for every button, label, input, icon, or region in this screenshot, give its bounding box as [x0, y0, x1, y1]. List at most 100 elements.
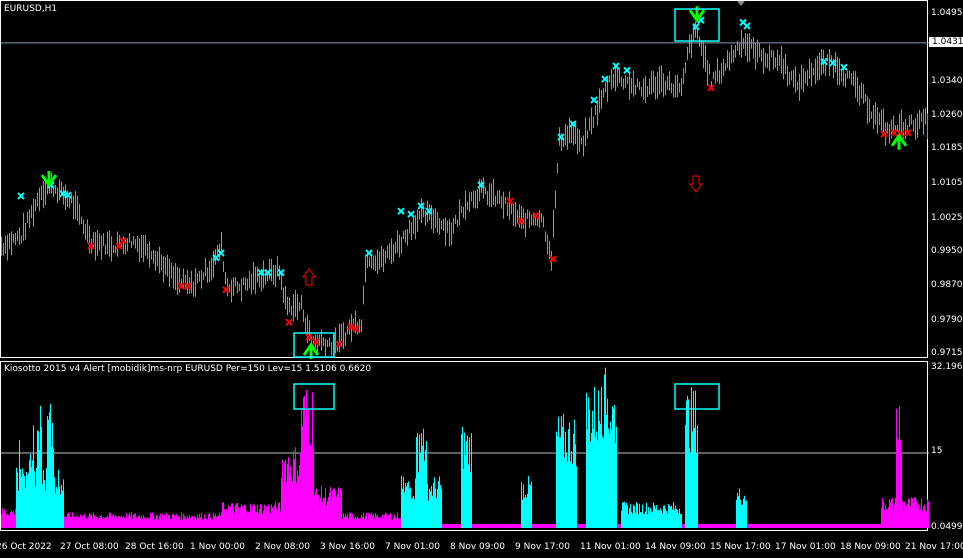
- histogram-bar: [164, 515, 165, 528]
- histogram-bar: [171, 518, 172, 528]
- histogram-bar: [36, 467, 37, 528]
- histogram-bar: [321, 486, 322, 528]
- price-tick-label: 1.0025: [931, 212, 963, 223]
- histogram-bar: [334, 488, 335, 528]
- histogram-bar: [584, 524, 585, 528]
- histogram-bar: [678, 512, 679, 528]
- histogram-bar: [671, 505, 672, 528]
- histogram-bar: [152, 512, 153, 528]
- price-chart-panel[interactable]: EURUSD,H1: [0, 0, 929, 359]
- histogram-bar: [277, 513, 278, 528]
- histogram-bar: [364, 518, 365, 528]
- indicator-min-label: 0.0499: [931, 522, 963, 532]
- histogram-bar: [290, 465, 291, 528]
- histogram-bar: [62, 490, 63, 528]
- red-signal-cross: [285, 318, 293, 327]
- histogram-bar: [859, 524, 860, 528]
- histogram-bar: [6, 514, 7, 528]
- histogram-bar: [594, 386, 595, 528]
- histogram-bar: [385, 512, 386, 528]
- histogram-bar: [299, 464, 300, 528]
- histogram-bar: [883, 501, 884, 528]
- histogram-bar: [395, 516, 396, 528]
- histogram-bar: [428, 500, 429, 528]
- histogram-bar: [462, 427, 463, 528]
- histogram-bar: [565, 431, 566, 528]
- histogram-bar: [112, 515, 113, 528]
- histogram-bar: [123, 516, 124, 528]
- histogram-bar: [350, 512, 351, 528]
- histogram-bar: [611, 430, 612, 528]
- histogram-bar: [705, 524, 706, 528]
- histogram-bar: [553, 524, 554, 528]
- histogram-bar: [805, 524, 806, 528]
- histogram-bar: [745, 500, 746, 528]
- histogram-bar: [826, 524, 827, 528]
- histogram-bar: [607, 398, 608, 528]
- histogram-bar: [554, 524, 555, 528]
- histogram-bar: [197, 515, 198, 528]
- histogram-bar: [707, 524, 708, 528]
- histogram-bar: [463, 468, 464, 528]
- histogram-bar: [879, 524, 880, 528]
- histogram-bar: [133, 514, 134, 528]
- histogram-bar: [9, 515, 10, 528]
- histogram-bar: [135, 513, 136, 528]
- histogram-bar: [695, 390, 696, 528]
- histogram-bar: [183, 513, 184, 528]
- histogram-bar: [398, 518, 399, 528]
- histogram-bar: [472, 524, 473, 528]
- histogram-bar: [599, 420, 600, 528]
- histogram-bar: [26, 471, 27, 528]
- histogram-bar: [468, 464, 469, 528]
- histogram-bar: [312, 392, 313, 528]
- histogram-bar: [541, 524, 542, 528]
- histogram-bar: [648, 506, 649, 528]
- histogram-bar: [533, 524, 534, 528]
- histogram-bar: [806, 524, 807, 528]
- histogram-bar: [379, 517, 380, 528]
- histogram-bar: [548, 524, 549, 528]
- histogram-bar: [613, 408, 614, 528]
- histogram-bar: [29, 460, 30, 528]
- histogram-bar: [147, 517, 148, 528]
- histogram-bar: [544, 524, 545, 528]
- histogram-bar: [488, 524, 489, 528]
- histogram-bar: [19, 439, 20, 528]
- indicator-panel[interactable]: Kiosotto 2015 v4 Alert [mobidik]ms-nrp E…: [0, 361, 929, 531]
- histogram-bar: [719, 524, 720, 528]
- histogram-bar: [882, 498, 883, 528]
- histogram-bar: [505, 524, 506, 528]
- histogram-bar: [835, 524, 836, 528]
- histogram-bar: [668, 503, 669, 528]
- period-separator-marker: [737, 1, 745, 6]
- histogram-bar: [273, 509, 274, 528]
- histogram-bar: [276, 508, 277, 528]
- histogram-bar: [18, 490, 19, 528]
- histogram-bar: [528, 475, 529, 528]
- histogram-bar: [861, 524, 862, 528]
- histogram-bar: [238, 507, 239, 528]
- histogram-bar: [28, 473, 29, 528]
- histogram-bar: [146, 518, 147, 528]
- time-tick-label: 2 Nov 08:00: [255, 542, 310, 552]
- histogram-bar: [467, 435, 468, 528]
- histogram-bar: [233, 509, 234, 528]
- histogram-bar: [726, 524, 727, 528]
- histogram-bar: [800, 524, 801, 528]
- histogram-bar: [291, 475, 292, 528]
- histogram-bar: [780, 524, 781, 528]
- histogram-bar: [504, 524, 505, 528]
- histogram-bar: [616, 426, 617, 528]
- histogram-bar: [362, 516, 363, 528]
- histogram-bar: [187, 516, 188, 528]
- histogram-bar: [400, 518, 401, 528]
- histogram-bar: [441, 488, 442, 528]
- histogram-bar: [245, 505, 246, 528]
- histogram-bar: [122, 517, 123, 528]
- histogram-bar: [43, 470, 44, 528]
- histogram-bar: [38, 431, 39, 528]
- histogram-bar: [302, 425, 303, 528]
- histogram-bar: [791, 524, 792, 528]
- histogram-bar: [224, 509, 225, 528]
